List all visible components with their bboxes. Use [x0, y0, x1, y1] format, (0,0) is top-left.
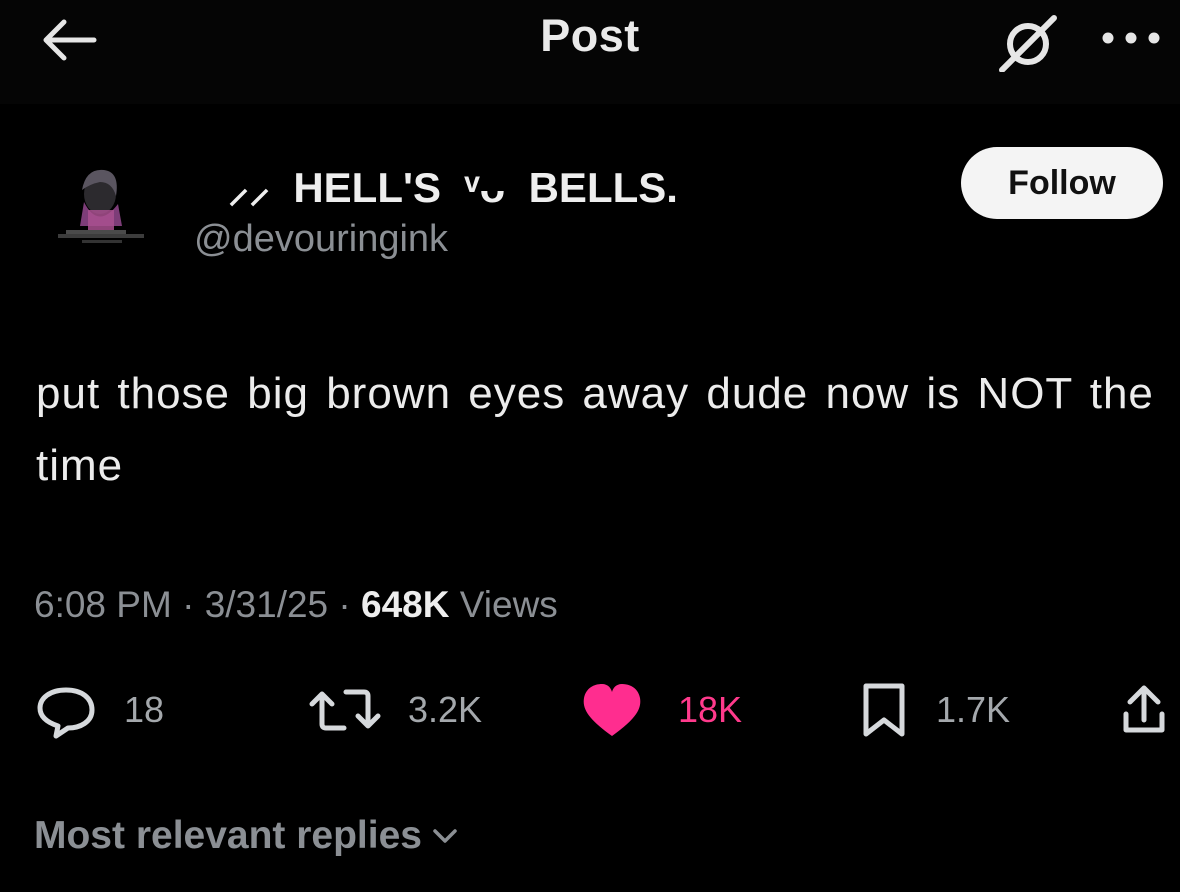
top-bar: Post [0, 0, 1180, 104]
follow-button[interactable]: Follow [961, 147, 1163, 219]
replies-sort-dropdown[interactable]: Most relevant replies [34, 814, 460, 858]
like-count: 18K [678, 689, 743, 730]
bookmark-icon [863, 683, 905, 737]
replies-sort-label: Most relevant replies [34, 814, 422, 857]
post-text: put those big brown eyes away dude now i… [36, 369, 1154, 490]
chevron-down-icon [433, 829, 457, 843]
meta-separator: · [328, 584, 362, 625]
repost-count: 3.2K [408, 689, 483, 730]
views-label-space [449, 584, 459, 625]
reply-count: 18 [124, 689, 165, 730]
share-icon [1123, 685, 1165, 733]
post-time: 6:08 PM [34, 584, 172, 625]
author-display-name[interactable]: ⸝⸝ HELL'S ᵛᴗ BELLS. [228, 158, 678, 215]
more-horizontal-icon[interactable] [1098, 26, 1164, 50]
meta-separator: · [171, 584, 205, 625]
reply-icon [37, 687, 95, 739]
grok-icon[interactable] [996, 14, 1060, 72]
bookmark-count: 1.7K [936, 689, 1011, 730]
like-button[interactable]: 18K [580, 680, 742, 740]
post-meta: 6:08 PM · 3/31/25 · 648K Views [34, 584, 558, 626]
share-button[interactable] [1118, 680, 1170, 740]
post-date: 3/31/25 [204, 584, 329, 625]
author-handle[interactable]: @devouringink [194, 218, 448, 261]
reply-button[interactable]: 18 [34, 680, 164, 740]
avatar[interactable] [52, 160, 152, 260]
views-label[interactable]: Views [460, 584, 558, 625]
heart-icon [583, 684, 641, 736]
repost-icon [309, 689, 381, 731]
bookmark-button[interactable]: 1.7K [858, 680, 1010, 740]
views-count[interactable]: 648K [361, 584, 449, 625]
repost-button[interactable]: 3.2K [308, 680, 482, 740]
